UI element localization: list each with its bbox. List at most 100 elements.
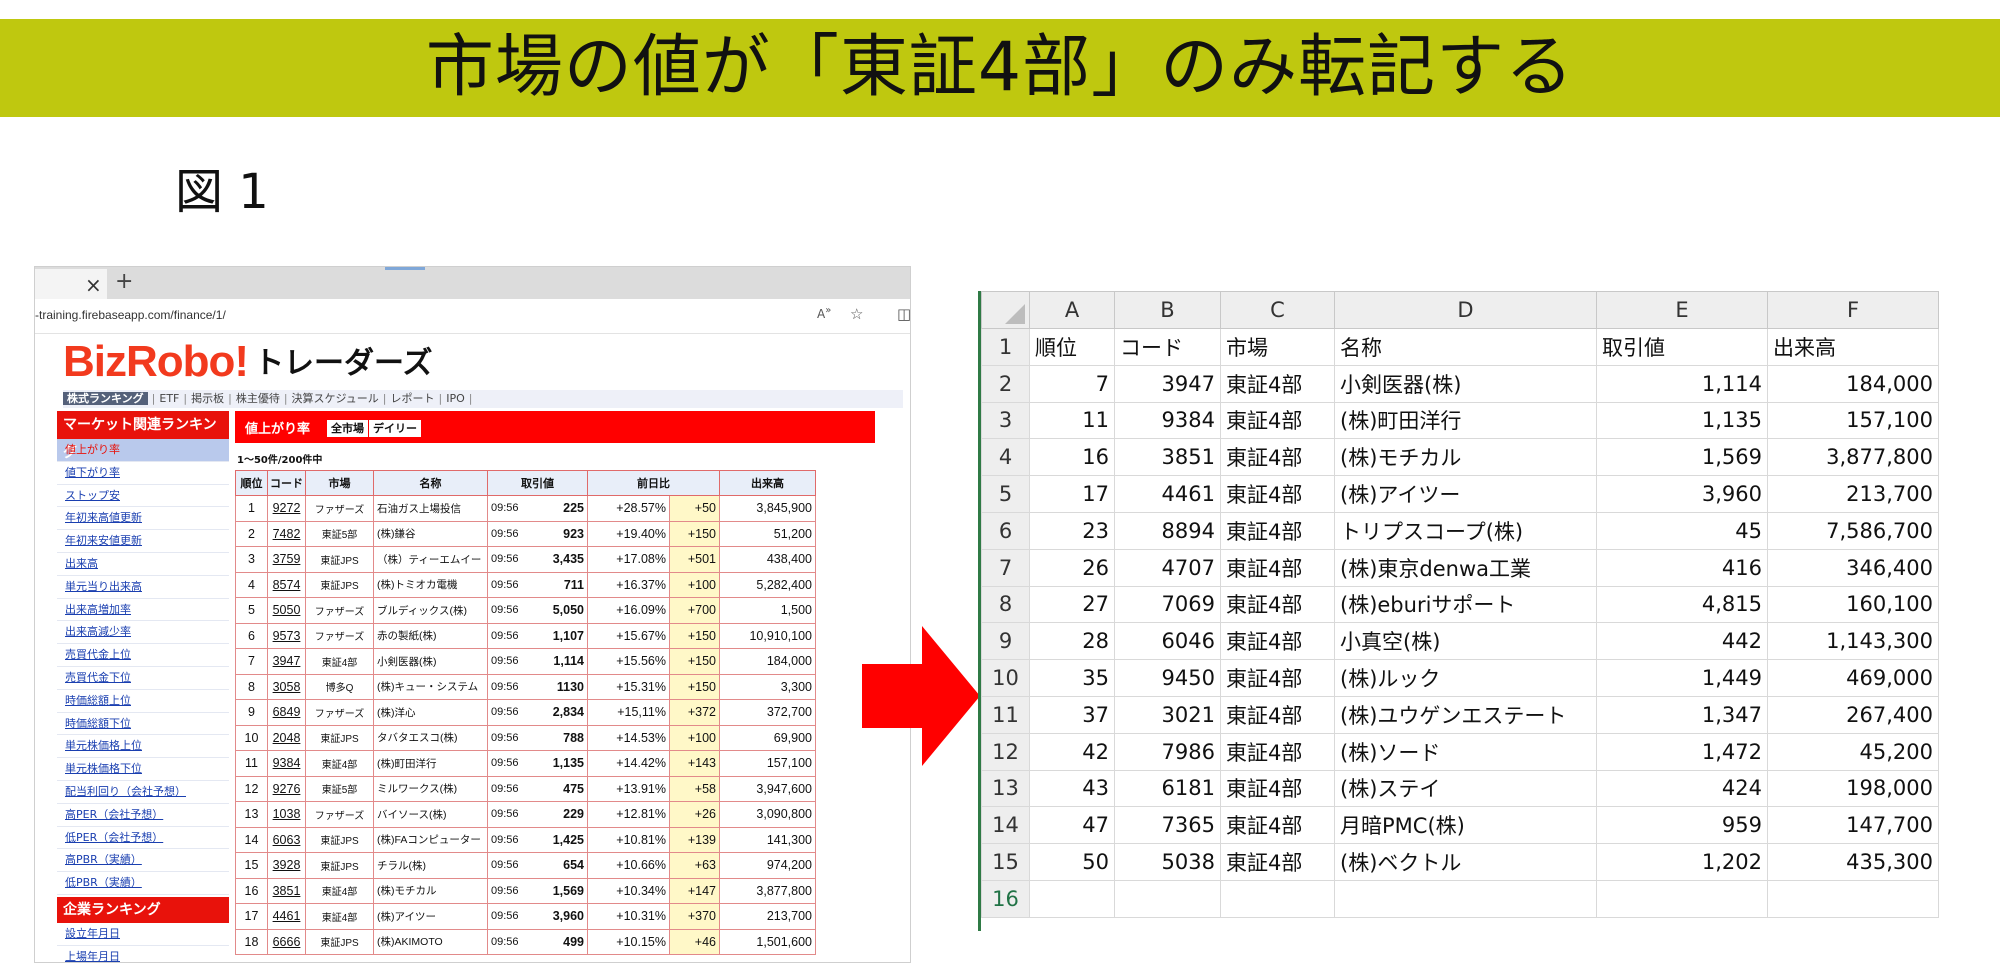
sidebar-item[interactable]: 単元株価格下位: [57, 758, 229, 781]
sheet-cell[interactable]: 213,700: [1767, 475, 1939, 513]
sheet-cell[interactable]: 469,000: [1767, 659, 1939, 697]
site-logo[interactable]: BizRobo! トレーダーズ: [63, 337, 433, 389]
code-link[interactable]: 5050: [267, 597, 306, 624]
sheet-cell[interactable]: 1,569: [1596, 438, 1768, 477]
sheet-cell[interactable]: [1334, 879, 1597, 918]
sheet-cell[interactable]: 45,200: [1767, 732, 1939, 771]
code-link[interactable]: 9276: [267, 775, 306, 802]
sheet-cell[interactable]: (株)モチカル: [1334, 438, 1597, 477]
sheet-cell[interactable]: 7,586,700: [1767, 511, 1939, 550]
sheet-cell[interactable]: [1029, 879, 1115, 918]
sidebar-item[interactable]: 低PER（会社予想）: [57, 827, 229, 850]
header-name[interactable]: 名称: [373, 470, 488, 496]
code-link[interactable]: 3851: [267, 877, 306, 904]
column-header-a[interactable]: A: [1029, 291, 1115, 329]
column-header-c[interactable]: C: [1220, 291, 1335, 329]
new-tab-icon[interactable]: +: [115, 269, 133, 294]
sheet-cell[interactable]: 442: [1596, 622, 1768, 661]
sheet-cell[interactable]: 47: [1029, 806, 1115, 845]
row-header[interactable]: 13: [981, 769, 1030, 808]
sheet-cell[interactable]: 名称: [1334, 328, 1597, 366]
sheet-cell[interactable]: 35: [1029, 659, 1115, 697]
sheet-cell[interactable]: 3,960: [1596, 475, 1768, 513]
sheet-cell[interactable]: 435,300: [1767, 843, 1939, 881]
sheet-cell[interactable]: (株)ソード: [1334, 732, 1597, 771]
sheet-cell[interactable]: 東証4部: [1220, 548, 1335, 587]
nav-stock-ranking[interactable]: 株式ランキング: [63, 392, 148, 405]
sheet-cell[interactable]: 1,135: [1596, 401, 1768, 440]
sheet-cell[interactable]: 1,114: [1596, 364, 1768, 403]
column-header-f[interactable]: F: [1767, 291, 1939, 329]
row-header[interactable]: 11: [981, 695, 1030, 734]
sheet-cell[interactable]: 267,400: [1767, 695, 1939, 734]
sheet-cell[interactable]: 37: [1029, 695, 1115, 734]
sheet-cell[interactable]: 3021: [1114, 695, 1221, 734]
sheet-cell[interactable]: 157,100: [1767, 401, 1939, 440]
code-link[interactable]: 6063: [267, 826, 306, 853]
sheet-cell[interactable]: 東証4部: [1220, 806, 1335, 845]
sheet-cell[interactable]: 東証4部: [1220, 364, 1335, 403]
sheet-cell[interactable]: 1,449: [1596, 659, 1768, 697]
sheet-cell[interactable]: (株)町田洋行: [1334, 401, 1597, 440]
sidebar-item[interactable]: 値上がり率: [57, 439, 229, 462]
browser-tab[interactable]: ×: [35, 269, 107, 299]
sidebar-item[interactable]: 単元株価格上位: [57, 735, 229, 759]
sidebar-item[interactable]: 出来高減少率: [57, 621, 229, 645]
address-bar[interactable]: -training.firebaseapp.com/finance/1/ A» …: [35, 299, 910, 334]
nav-ipo[interactable]: IPO: [446, 392, 465, 405]
sheet-cell[interactable]: 月暗PMC(株): [1334, 806, 1597, 845]
row-header[interactable]: 10: [981, 659, 1030, 697]
close-tab-icon[interactable]: ×: [85, 273, 102, 297]
sheet-cell[interactable]: 3,877,800: [1767, 438, 1939, 477]
sheet-cell[interactable]: 42: [1029, 732, 1115, 771]
sheet-cell[interactable]: 小真空(株): [1334, 622, 1597, 661]
code-link[interactable]: 7482: [267, 520, 306, 547]
code-link[interactable]: 3947: [267, 648, 306, 675]
sheet-cell[interactable]: 9384: [1114, 401, 1221, 440]
header-rank[interactable]: 順位: [235, 470, 268, 496]
sidebar-item[interactable]: 売買代金上位: [57, 644, 229, 667]
sheet-cell[interactable]: 7: [1029, 364, 1115, 403]
sheet-cell[interactable]: 424: [1596, 769, 1768, 808]
sheet-cell[interactable]: [1596, 879, 1768, 918]
column-header-b[interactable]: B: [1114, 291, 1221, 329]
sheet-cell[interactable]: 出来高: [1767, 328, 1939, 366]
daily-button[interactable]: デイリー: [369, 420, 421, 437]
sheet-cell[interactable]: 東証4部: [1220, 475, 1335, 513]
sheet-cell[interactable]: 東証4部: [1220, 769, 1335, 808]
sidebar-item[interactable]: 設立年月日: [57, 923, 229, 946]
code-link[interactable]: 6849: [267, 699, 306, 726]
sidebar-item[interactable]: 単元当り出来高: [57, 576, 229, 599]
header-volume[interactable]: 出来高: [719, 470, 816, 496]
sheet-cell[interactable]: 45: [1596, 511, 1768, 550]
code-link[interactable]: 4461: [267, 903, 306, 930]
row-header[interactable]: 5: [981, 475, 1030, 513]
code-link[interactable]: 3928: [267, 852, 306, 879]
sheet-cell[interactable]: 147,700: [1767, 806, 1939, 845]
sheet-cell[interactable]: 28: [1029, 622, 1115, 661]
sheet-cell[interactable]: 27: [1029, 585, 1115, 624]
sheet-cell[interactable]: 50: [1029, 843, 1115, 881]
nav-benefits[interactable]: 株主優待: [236, 392, 280, 405]
sheet-cell[interactable]: 16: [1029, 438, 1115, 477]
sheet-cell[interactable]: 東証4部: [1220, 401, 1335, 440]
sheet-cell[interactable]: 1,472: [1596, 732, 1768, 771]
sheet-cell[interactable]: (株)ユウゲンエステート: [1334, 695, 1597, 734]
sheet-cell[interactable]: 東証4部: [1220, 511, 1335, 550]
sheet-cell[interactable]: (株)東京denwa工業: [1334, 548, 1597, 587]
url-text[interactable]: -training.firebaseapp.com/finance/1/: [35, 308, 226, 322]
sheet-cell[interactable]: 7069: [1114, 585, 1221, 624]
header-change[interactable]: 前日比: [587, 470, 720, 496]
sheet-cell[interactable]: (株)アイツー: [1334, 475, 1597, 513]
sheet-cell[interactable]: 17: [1029, 475, 1115, 513]
sheet-cell[interactable]: [1220, 879, 1335, 918]
sheet-cell[interactable]: 小剣医器(株): [1334, 364, 1597, 403]
sidebar-item[interactable]: 配当利回り（会社予想）: [57, 781, 229, 804]
row-header[interactable]: 16: [981, 879, 1030, 918]
code-link[interactable]: 6666: [267, 928, 306, 955]
sheet-cell[interactable]: (株)ステイ: [1334, 769, 1597, 808]
sidebar-item[interactable]: 低PBR（実績）: [57, 872, 229, 895]
sidebar-item[interactable]: 出来高: [57, 553, 229, 576]
sheet-cell[interactable]: (株)ベクトル: [1334, 843, 1597, 881]
code-link[interactable]: 9384: [267, 750, 306, 777]
